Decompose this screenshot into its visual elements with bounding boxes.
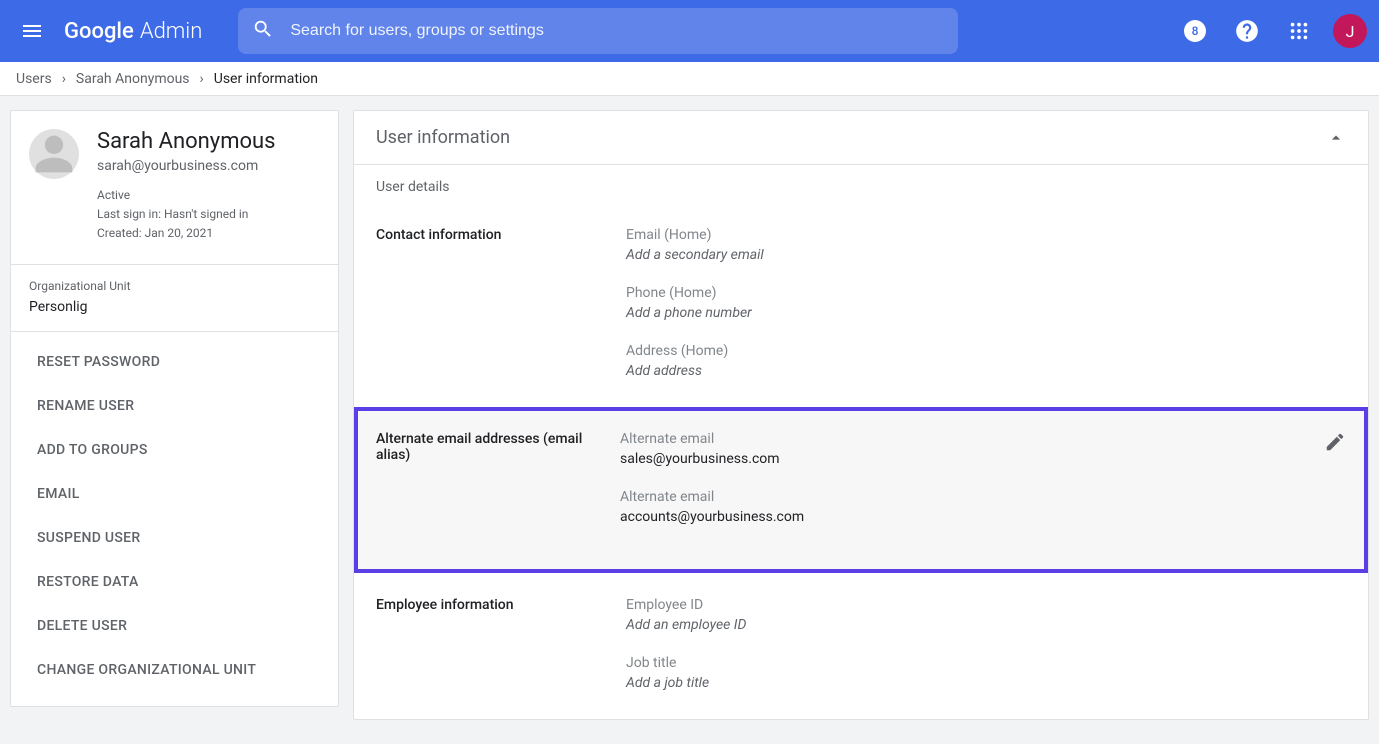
chevron-right-icon: ›	[62, 71, 66, 87]
main-panel: User information User details Contact in…	[353, 110, 1369, 720]
alias-label: Alternate email addresses (email alias)	[376, 431, 590, 525]
badge-count: 8	[1184, 20, 1206, 42]
user-name: Sarah Anonymous	[97, 129, 276, 154]
help-icon[interactable]	[1229, 13, 1265, 49]
suspend-user-button[interactable]: SUSPEND USER	[11, 516, 338, 560]
rename-user-button[interactable]: RENAME USER	[11, 384, 338, 428]
field-employee-id: Employee ID Add an employee ID	[626, 597, 1346, 633]
field-placeholder[interactable]: Add an employee ID	[626, 617, 1346, 633]
panel-subheading: User details	[354, 165, 1368, 203]
panel-header: User information	[354, 111, 1368, 165]
alias-fields: Alternate email sales@yourbusiness.com A…	[620, 431, 1294, 525]
field-placeholder[interactable]: Add a phone number	[626, 305, 1346, 321]
chevron-right-icon: ›	[200, 71, 204, 87]
logo-admin: Admin	[140, 19, 203, 44]
field-label: Job title	[626, 655, 1346, 671]
delete-user-button[interactable]: DELETE USER	[11, 604, 338, 648]
field-label: Employee ID	[626, 597, 1346, 613]
collapse-icon[interactable]	[1326, 128, 1346, 148]
field-label: Address (Home)	[626, 343, 1346, 359]
user-email: sarah@yourbusiness.com	[97, 158, 276, 174]
org-unit-block: Organizational Unit Personlig	[11, 265, 338, 332]
change-org-unit-button[interactable]: CHANGE ORGANIZATIONAL UNIT	[11, 648, 338, 692]
field-email-home: Email (Home) Add a secondary email	[626, 227, 1346, 263]
sidebar-actions: RESET PASSWORD RENAME USER ADD TO GROUPS…	[11, 332, 338, 706]
user-last-signin: Last sign in: Hasn't signed in	[97, 205, 276, 224]
field-alt-email-2: Alternate email accounts@yourbusiness.co…	[620, 489, 1294, 525]
user-created: Created: Jan 20, 2021	[97, 224, 276, 243]
field-label: Alternate email	[620, 489, 1294, 505]
org-unit-label: Organizational Unit	[29, 279, 320, 293]
field-placeholder[interactable]: Add a job title	[626, 675, 1346, 691]
add-to-groups-button[interactable]: ADD TO GROUPS	[11, 428, 338, 472]
org-unit-value: Personlig	[29, 299, 320, 315]
field-placeholder[interactable]: Add address	[626, 363, 1346, 379]
reset-password-button[interactable]: RESET PASSWORD	[11, 340, 338, 384]
employee-fields: Employee ID Add an employee ID Job title…	[626, 597, 1346, 691]
restore-data-button[interactable]: RESTORE DATA	[11, 560, 338, 604]
contact-fields: Email (Home) Add a secondary email Phone…	[626, 227, 1346, 379]
field-label: Phone (Home)	[626, 285, 1346, 301]
logo-google: Google	[64, 19, 134, 44]
field-address-home: Address (Home) Add address	[626, 343, 1346, 379]
field-job-title: Job title Add a job title	[626, 655, 1346, 691]
profile-block: Sarah Anonymous sarah@yourbusiness.com A…	[11, 111, 338, 265]
logo[interactable]: Google Admin	[64, 19, 202, 44]
breadcrumb-user[interactable]: Sarah Anonymous	[76, 71, 190, 87]
field-phone-home: Phone (Home) Add a phone number	[626, 285, 1346, 321]
field-alt-email-1: Alternate email sales@yourbusiness.com	[620, 431, 1294, 467]
panel-title: User information	[376, 127, 510, 148]
employee-label: Employee information	[376, 597, 596, 691]
edit-icon[interactable]	[1324, 431, 1346, 525]
profile-info: Sarah Anonymous sarah@yourbusiness.com A…	[97, 129, 276, 244]
breadcrumb-current: User information	[214, 71, 318, 87]
search-icon	[252, 18, 274, 44]
user-sidebar: Sarah Anonymous sarah@yourbusiness.com A…	[10, 110, 339, 707]
breadcrumb-users[interactable]: Users	[16, 71, 52, 87]
field-value: sales@yourbusiness.com	[620, 451, 1294, 467]
section-contact: Contact information Email (Home) Add a s…	[354, 203, 1368, 407]
user-avatar-icon	[29, 129, 79, 179]
field-placeholder[interactable]: Add a secondary email	[626, 247, 1346, 263]
email-button[interactable]: EMAIL	[11, 472, 338, 516]
search-bar[interactable]	[238, 8, 958, 54]
section-alias[interactable]: Alternate email addresses (email alias) …	[354, 407, 1368, 573]
section-employee: Employee information Employee ID Add an …	[354, 573, 1368, 719]
top-header: Google Admin 8 J	[0, 0, 1379, 62]
field-value: accounts@yourbusiness.com	[620, 509, 1294, 525]
contact-label: Contact information	[376, 227, 596, 379]
search-input[interactable]	[290, 22, 944, 40]
field-label: Email (Home)	[626, 227, 1346, 243]
field-label: Alternate email	[620, 431, 1294, 447]
breadcrumb: Users › Sarah Anonymous › User informati…	[0, 62, 1379, 96]
menu-icon[interactable]	[12, 11, 52, 51]
content: Sarah Anonymous sarah@yourbusiness.com A…	[0, 96, 1379, 734]
apps-icon[interactable]	[1281, 13, 1317, 49]
header-right: 8 J	[1177, 13, 1367, 49]
header-badge-button[interactable]: 8	[1177, 13, 1213, 49]
account-avatar[interactable]: J	[1333, 14, 1367, 48]
user-status: Active	[97, 186, 276, 205]
